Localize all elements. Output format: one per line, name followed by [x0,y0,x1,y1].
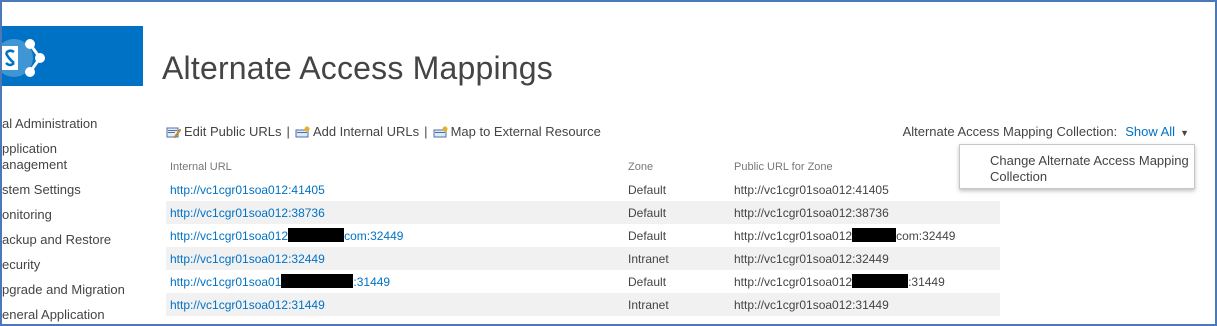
internal-url-cell: http://vc1cgr01soa012 com:32449 [166,224,624,247]
toolbar-separator: | [424,124,428,139]
public-url-suffix: :31449 [908,275,945,289]
internal-url-cell: http://vc1cgr01soa012:41405 [166,178,624,201]
collection-label: Alternate Access Mapping Collection: [902,124,1118,139]
table-row: http://vc1cgr01soa012 com:32449 Default h… [166,224,1000,247]
table-row: http://vc1cgr01soa012:31449 Intranet htt… [166,293,1000,316]
zone-cell: Default [628,182,667,197]
internal-url-suffix: :31449 [353,275,391,289]
public-url-cell: http://vc1cgr01soa012:31449 [730,293,1000,316]
redaction-block [281,274,354,288]
internal-url-prefix: http://vc1cgr01soa01 [170,275,282,289]
collection-dropdown-menu: Change Alternate Access Mapping Collecti… [959,144,1195,189]
map-external-resource-icon [433,126,448,138]
change-collection-menu-item[interactable]: Change Alternate Access Mapping Collecti… [990,153,1190,185]
public-url-suffix: com:32449 [896,229,956,243]
public-url-cell: http://vc1cgr01soa012 com:32449 [730,224,1000,247]
internal-url-cell: http://vc1cgr01soa01 :31449 [166,270,624,293]
add-internal-urls-label: Add Internal URLs [312,124,420,139]
sidebar-item-general-application[interactable]: eneral Application [2,307,105,323]
edit-urls-icon [166,126,182,138]
table-row: http://vc1cgr01soa01 :31449 Default http:… [166,270,1000,293]
aam-table: Internal URL Zone Public URL for Zone ht… [166,156,1000,316]
aam-toolbar: Edit Public URLs | Add Internal URLs | M… [166,124,601,139]
internal-url-prefix: http://vc1cgr01soa012 [170,229,289,243]
zone-cell: Default [624,201,730,224]
public-url-cell: http://vc1cgr01soa012:32449 [730,247,1000,270]
sidebar-item-monitoring[interactable]: onitoring [2,207,52,223]
sharepoint-logo[interactable] [2,26,143,86]
internal-url-cell: http://vc1cgr01soa012:38736 [166,201,624,224]
internal-url-link[interactable]: http://vc1cgr01soa012:32449 [170,252,325,266]
add-internal-urls-button[interactable]: Add Internal URLs [295,124,419,139]
internal-url-link[interactable]: http://vc1cgr01soa012:38736 [170,206,325,220]
zone-cell: Default [628,228,667,243]
aam-collection-selector: Alternate Access Mapping Collection: Show… [903,124,1189,139]
internal-url-link[interactable]: http://vc1cgr01soa012 com:32449 [170,228,404,243]
internal-url-link[interactable]: http://vc1cgr01soa012:31449 [170,298,325,312]
caret-down-icon[interactable]: ▼ [1180,128,1189,138]
table-row: http://vc1cgr01soa012:38736 Default http… [166,201,1000,224]
zone-cell: Default [628,274,667,289]
public-url-cell: http://vc1cgr01soa012 :31449 [730,270,1000,293]
toolbar-separator: | [286,124,290,139]
internal-url-cell: http://vc1cgr01soa012:31449 [166,293,624,316]
sidebar-item-application-management-line1[interactable]: pplication [2,141,57,157]
internal-url-cell: http://vc1cgr01soa012:32449 [166,247,624,270]
redaction-block [288,228,345,242]
internal-url-link[interactable]: http://vc1cgr01soa01 :31449 [170,274,391,289]
header-internal-url: Internal URL [170,161,232,173]
sidebar-item-application-management-line2[interactable]: anagement [2,157,67,173]
map-external-resource-label: Map to External Resource [450,124,601,139]
sidebar-item-upgrade-and-migration[interactable]: pgrade and Migration [2,282,125,298]
public-url-prefix: http://vc1cgr01soa012 [734,275,853,289]
sidebar-item-central-administration[interactable]: al Administration [2,116,97,132]
show-all-dropdown[interactable]: Show All [1125,124,1175,139]
internal-url-suffix: com:32449 [344,229,404,243]
public-url-cell: http://vc1cgr01soa012:38736 [730,201,1000,224]
sidebar-item-backup-and-restore[interactable]: ackup and Restore [2,232,111,248]
table-header-row: Internal URL Zone Public URL for Zone [166,156,1000,178]
internal-url-link[interactable]: http://vc1cgr01soa012:41405 [170,183,325,197]
zone-cell: Intranet [624,247,730,270]
app-frame: Alternate Access Mappings al Administrat… [0,0,1217,326]
header-zone: Zone [628,161,654,173]
zone-cell: Intranet [624,293,730,316]
page-title: Alternate Access Mappings [162,50,553,86]
add-internal-urls-icon [295,126,310,138]
sharepoint-logo-icon [2,39,45,77]
sidebar-item-system-settings[interactable]: stem Settings [2,182,81,198]
table-row: http://vc1cgr01soa012:32449 Intranet htt… [166,247,1000,270]
map-external-resource-button[interactable]: Map to External Resource [433,124,601,139]
sidebar-item-security[interactable]: ecurity [2,257,40,273]
edit-public-urls-button[interactable]: Edit Public URLs [166,124,282,139]
redaction-block [852,228,897,242]
edit-public-urls-label: Edit Public URLs [184,124,282,139]
redaction-block [852,274,909,288]
public-url-prefix: http://vc1cgr01soa012 [734,229,853,243]
table-row: http://vc1cgr01soa012:41405 Default http… [166,178,1000,201]
